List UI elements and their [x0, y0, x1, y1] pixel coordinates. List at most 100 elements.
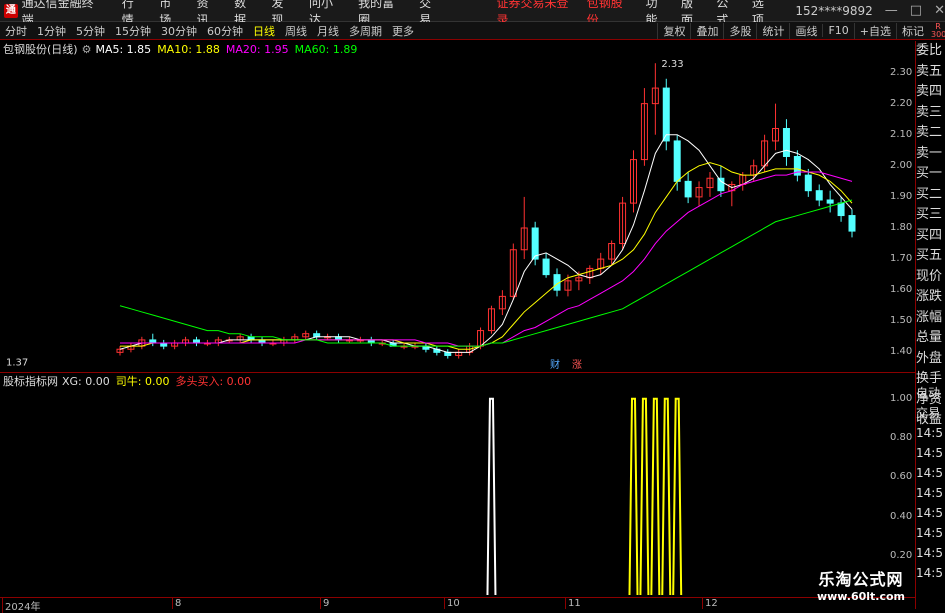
tab-5min[interactable]: 5分钟 [76, 23, 105, 39]
indicator-chart[interactable] [0, 389, 860, 595]
candle-body [837, 202, 845, 217]
candle-body [826, 199, 834, 204]
candle-body [782, 128, 790, 157]
quote-label: 买二 [916, 186, 943, 202]
trade-time: 14:5 [916, 486, 943, 500]
quote-label: 外盘 [916, 350, 943, 366]
quote-label: 涨跌 [916, 289, 943, 304]
tool-fuquan[interactable]: 复权 [657, 22, 690, 39]
quote-label: 卖二 [916, 125, 943, 140]
y-tick-label: 1.90 [890, 190, 913, 202]
auto-trade-label[interactable]: 自动 [916, 383, 945, 403]
y-tick-label: 2.20 [890, 97, 913, 109]
y-tick-label: 1.40 [890, 346, 913, 358]
y-tick-label: 1.60 [890, 284, 913, 296]
trade-time: 14:5 [916, 546, 943, 560]
watermark-url: www.60lt.com [816, 590, 906, 603]
y-tick-label: 0.60 [890, 471, 913, 483]
candle-body [673, 140, 681, 182]
candle-body [848, 215, 856, 232]
main-chart-info: 包钢股份(日线) ⚙ MA5: 1.85 MA10: 1.88 MA20: 1.… [0, 41, 860, 57]
candle-body [542, 258, 550, 276]
quote-label: 总量 [916, 330, 943, 345]
settings-icon[interactable]: ⚙ [82, 43, 92, 56]
x-tick-label: 2024年 [2, 598, 40, 613]
quote-label: 委比 [916, 43, 943, 58]
maximize-icon[interactable]: □ [910, 3, 922, 18]
quote-label: 卖一 [916, 145, 943, 161]
close-icon[interactable]: ✕ [934, 3, 945, 18]
y-tick-label: 1.00 [890, 392, 913, 404]
indicator-spike [650, 397, 661, 595]
ma60-value: MA60: 1.89 [294, 42, 358, 56]
zhang-marker: 涨 [572, 359, 582, 371]
tab-weekly[interactable]: 周线 [285, 23, 307, 39]
trade-log-panel: 自动 交易 14:5 14:5 14:5 14:5 14:5 14:5 14:5… [916, 383, 945, 583]
user-phone[interactable]: 152****9892 [795, 4, 872, 18]
ma-line-ma10 [120, 162, 853, 350]
auto-trade-label[interactable]: 交易 [916, 403, 945, 423]
y-tick-label: 2.00 [890, 159, 913, 171]
watermark: 乐淘公式网 www.60lt.com [806, 566, 916, 603]
quote-label: 买一 [916, 166, 943, 181]
y-tick-label: 1.70 [890, 253, 913, 265]
indicator-spike [628, 397, 639, 595]
tool-add-watchlist[interactable]: +自选 [853, 22, 896, 39]
x-axis: 2024年 8 9 10 11 12 [0, 597, 915, 613]
quote-label: 现价 [916, 268, 943, 284]
trade-time: 14:5 [916, 526, 943, 540]
ma5-value: MA5: 1.85 [95, 42, 152, 56]
menu-bar: 通 通达信金融终端 行情 市场 资讯 数据 发现 问小达 我的富圈 交易 证券交… [0, 0, 945, 27]
y-tick-label: 2.30 [890, 66, 913, 78]
ma-line-ma20 [120, 171, 853, 347]
x-tick-label: 11 [565, 598, 581, 609]
indicator-spike [672, 397, 683, 595]
period-toolbar: 分时 1分钟 5分钟 15分钟 30分钟 60分钟 日线 周线 月线 多周期 更… [0, 22, 945, 40]
tab-daily[interactable]: 日线 [253, 23, 275, 39]
tool-duogu[interactable]: 多股 [723, 22, 756, 39]
tool-diejia[interactable]: 叠加 [690, 22, 723, 39]
ma10-value: MA10: 1.88 [157, 42, 220, 56]
app-logo-icon: 通 [4, 3, 18, 18]
quote-label: 卖三 [916, 104, 943, 120]
tool-tongji[interactable]: 统计 [756, 22, 789, 39]
minimize-icon[interactable]: — [885, 3, 898, 18]
candle-body [804, 174, 812, 192]
sub-chart-title: 股标指标网 [3, 375, 58, 388]
r-badge: R 300 [931, 22, 945, 39]
x-tick-label: 9 [320, 598, 329, 609]
duotou-value: 多头买入: 0.00 [175, 375, 252, 388]
tool-huaxian[interactable]: 画线 [789, 22, 822, 39]
candle-body [684, 180, 692, 198]
xg-value: XG: 0.00 [62, 374, 110, 388]
ma-line-ma60 [119, 199, 853, 347]
tab-more[interactable]: 更多 [392, 23, 414, 39]
ma-line-ma5 [119, 134, 853, 353]
candle-body [717, 177, 725, 192]
cai-marker: 财 [550, 358, 560, 371]
trade-time: 14:5 [916, 446, 943, 460]
watermark-title: 乐淘公式网 [818, 570, 904, 589]
ma20-value: MA20: 1.95 [225, 42, 289, 56]
trade-time: 14:5 [916, 506, 943, 520]
tab-30min[interactable]: 30分钟 [161, 23, 197, 39]
tab-fenshi[interactable]: 分时 [5, 23, 27, 39]
tool-biaoji[interactable]: 标记 [896, 22, 929, 39]
tab-15min[interactable]: 15分钟 [115, 23, 151, 39]
tool-f10[interactable]: F10 [822, 24, 853, 37]
quote-label: 买五 [916, 248, 943, 263]
tab-monthly[interactable]: 月线 [317, 23, 339, 39]
candle-body [531, 227, 539, 260]
low-label: 1.37 [6, 358, 28, 369]
tab-60min[interactable]: 60分钟 [207, 23, 243, 39]
quote-label: 买四 [916, 227, 943, 243]
trade-time: 14:5 [916, 426, 943, 440]
y-tick-label: 0.20 [890, 549, 913, 561]
indicator-spike [486, 397, 497, 595]
tab-1min[interactable]: 1分钟 [37, 23, 66, 39]
candlestick-chart[interactable]: 2.33 1.37 财涨 [0, 57, 860, 371]
quote-label: 卖四 [916, 84, 943, 99]
y-tick-label: 0.80 [890, 432, 913, 444]
tab-multi-period[interactable]: 多周期 [349, 23, 382, 39]
indicator-spike [661, 397, 672, 595]
